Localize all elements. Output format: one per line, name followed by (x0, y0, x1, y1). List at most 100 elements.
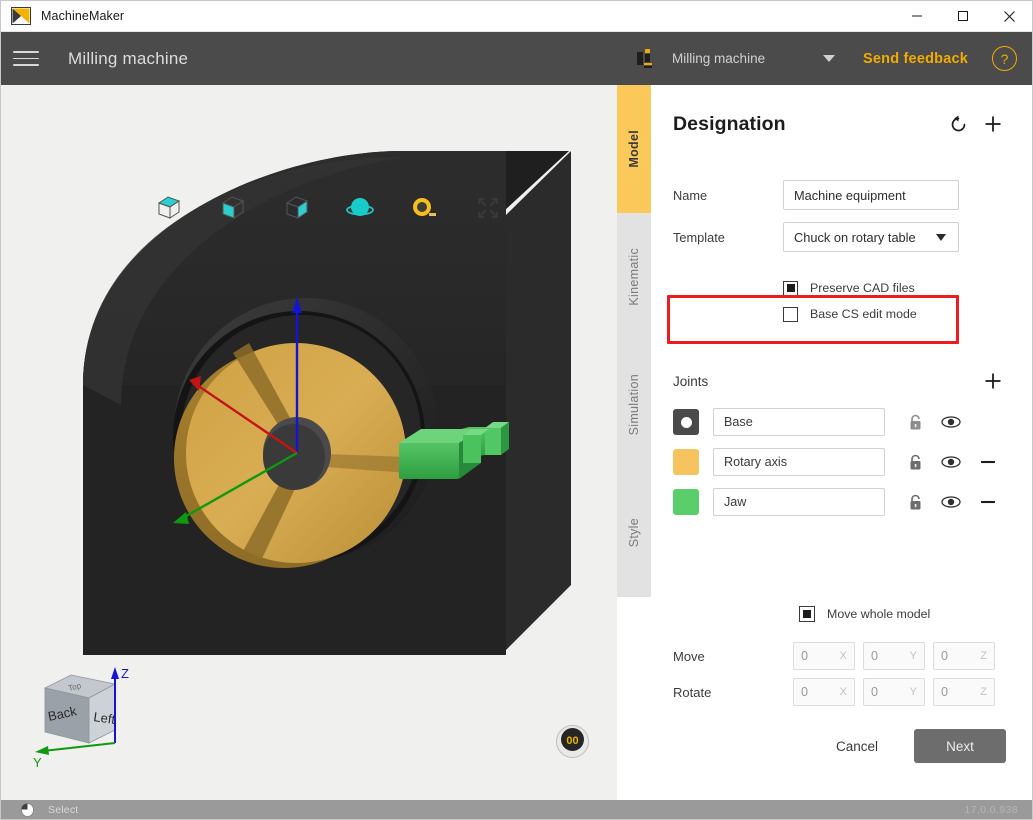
rotate-x-input[interactable]: 0 X (793, 678, 855, 706)
rotate-y-input[interactable]: 0 Y (863, 678, 925, 706)
move-y-input[interactable]: 0 Y (863, 642, 925, 670)
joint-name-input[interactable]: Rotary axis (713, 448, 885, 476)
template-field-label: Template (673, 229, 725, 245)
tab-style[interactable]: Style (617, 469, 651, 597)
application-window: MachineMaker Milling machine Milling mac… (0, 0, 1033, 820)
eye-icon[interactable] (938, 489, 964, 515)
mouse-icon (21, 802, 34, 817)
joint-color-swatch[interactable] (673, 409, 699, 435)
eye-icon[interactable] (938, 409, 964, 435)
orbit-rotate-icon[interactable] (343, 191, 377, 225)
viewport-toolbar (151, 191, 505, 225)
preserve-cad-files-checkbox[interactable] (783, 280, 798, 296)
joint-name-input[interactable]: Base (713, 408, 885, 436)
panel-spacer (673, 710, 1006, 729)
joint-color-swatch[interactable] (673, 449, 699, 475)
hamburger-menu-icon[interactable] (13, 51, 39, 66)
panel-actions: Cancel Next (673, 729, 1006, 800)
move-whole-model-label: Move whole model (827, 607, 931, 621)
minus-icon (981, 500, 995, 504)
tab-rail-filler (617, 597, 651, 800)
joints-list: Base Rotary axis Jaw (673, 402, 1006, 522)
tab-simulation[interactable]: Simulation (617, 341, 651, 469)
minus-icon (981, 460, 995, 464)
cube-axis-z: Z (121, 666, 129, 681)
base-cs-edit-mode-label: Base CS edit mode (810, 307, 917, 321)
help-button[interactable]: ? (992, 46, 1017, 71)
base-cs-edit-mode-checkbox[interactable] (783, 306, 798, 322)
view-side-face-icon[interactable] (279, 191, 313, 225)
move-x-axis-label: X (839, 650, 847, 662)
tab-simulation-label: Simulation (627, 374, 641, 436)
rotate-x-axis-label: X (839, 686, 847, 698)
minimize-button[interactable] (894, 1, 940, 32)
rotate-z-value: 0 (941, 685, 949, 699)
view-top-face-icon[interactable] (151, 191, 185, 225)
reset-rotate-icon[interactable] (945, 111, 971, 137)
joint-row: Jaw (673, 482, 1006, 522)
base-cs-edit-mode-row[interactable]: Base CS edit mode (783, 301, 1006, 327)
cube-face-left: Left (93, 709, 117, 727)
cube-axis-y: Y (33, 755, 42, 768)
machinemaker-logo-icon (11, 7, 31, 25)
machine-selector[interactable]: Milling machine (637, 48, 853, 69)
view-front-face-icon[interactable] (215, 191, 249, 225)
next-button[interactable]: Next (914, 729, 1006, 763)
remove-joint-button[interactable] (975, 489, 1001, 515)
remove-joint-button[interactable] (975, 449, 1001, 475)
joints-section-title: Joints (673, 373, 709, 389)
template-select[interactable]: Chuck on rotary table (783, 222, 959, 252)
status-mode-label: Select (48, 803, 79, 816)
rotate-y-axis-label: Y (909, 686, 917, 698)
rotate-row: Rotate 0 X 0 Y 0 Z (673, 674, 1006, 710)
joint-row: Base (673, 402, 1006, 442)
maximize-button[interactable] (940, 1, 986, 32)
status-bar: Select 17.0.0.938 (1, 800, 1032, 819)
joint-row: Rotary axis (673, 442, 1006, 482)
3d-viewport[interactable]: Back Left Top Z Y 00 (1, 85, 617, 800)
name-input[interactable]: Machine equipment (783, 180, 959, 210)
machine-selector-value: Milling machine (672, 51, 766, 66)
viewport-badge-label: 00 (566, 735, 578, 747)
name-field-row: Name Machine equipment (673, 179, 1006, 211)
send-feedback-link[interactable]: Send feedback (863, 51, 968, 67)
window-title: MachineMaker (41, 9, 125, 23)
viewport-badge[interactable]: 00 (556, 725, 589, 758)
template-field-row: Template Chuck on rotary table (673, 221, 1006, 253)
joint-color-swatch[interactable] (673, 489, 699, 515)
fit-to-screen-icon[interactable] (471, 191, 505, 225)
unlock-icon[interactable] (902, 449, 928, 475)
add-joint-button[interactable] (980, 368, 1006, 394)
eye-icon[interactable] (938, 449, 964, 475)
chevron-down-icon (823, 55, 836, 62)
measure-tape-icon[interactable] (407, 191, 441, 225)
unlock-icon[interactable] (902, 489, 928, 515)
tab-kinematic[interactable]: Kinematic (617, 213, 651, 341)
move-x-value: 0 (801, 649, 809, 663)
move-x-input[interactable]: 0 X (793, 642, 855, 670)
chevron-down-icon (936, 233, 946, 241)
page-title: Milling machine (68, 48, 189, 68)
move-whole-model-row[interactable]: Move whole model (799, 606, 1006, 622)
app-version-label: 17.0.0.938 (964, 803, 1018, 816)
rotate-z-axis-label: Z (980, 686, 987, 698)
view-orientation-cube[interactable]: Back Left Top Z Y (23, 653, 138, 770)
tab-model[interactable]: Model (617, 85, 651, 213)
tab-style-label: Style (627, 518, 641, 548)
unlock-icon[interactable] (902, 409, 928, 435)
joint-name-input[interactable]: Jaw (713, 488, 885, 516)
preserve-cad-files-row[interactable]: Preserve CAD files (783, 275, 1006, 301)
rotate-z-input[interactable]: 0 Z (933, 678, 995, 706)
plus-icon[interactable] (980, 111, 1006, 137)
close-button[interactable] (986, 1, 1032, 32)
move-z-input[interactable]: 0 Z (933, 642, 995, 670)
rotate-x-value: 0 (801, 685, 809, 699)
move-whole-model-checkbox[interactable] (799, 606, 815, 622)
cancel-button[interactable]: Cancel (818, 731, 896, 762)
vertical-tab-rail: Model Kinematic Simulation Style (617, 85, 651, 800)
designation-panel: Designation Name Machine equipment Templ… (651, 85, 1032, 800)
tab-model-label: Model (627, 130, 641, 168)
move-z-axis-label: Z (980, 650, 987, 662)
move-y-axis-label: Y (909, 650, 917, 662)
joints-section-header: Joints (673, 368, 1006, 394)
